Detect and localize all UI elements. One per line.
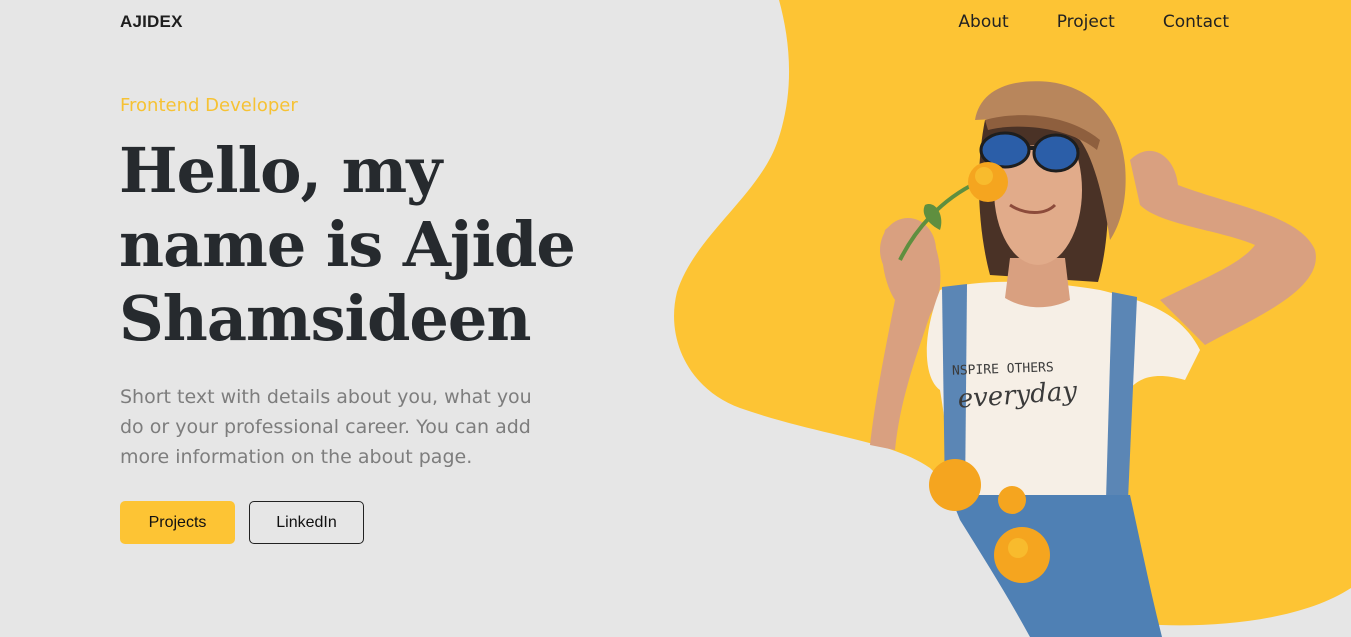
hand-shape — [880, 218, 936, 282]
denim-overall-shape — [950, 495, 1162, 637]
neck-shape — [1005, 258, 1070, 308]
sunglasses-lens-right — [1032, 133, 1080, 173]
marigold-flower — [998, 486, 1026, 514]
hero-portrait-photo: NSPIRE OTHERS everyday — [870, 81, 1316, 637]
sunglasses-lens-left — [979, 131, 1031, 169]
marigold-center — [975, 167, 993, 185]
marigold-flower — [929, 459, 981, 511]
marigold-center — [1008, 538, 1028, 558]
